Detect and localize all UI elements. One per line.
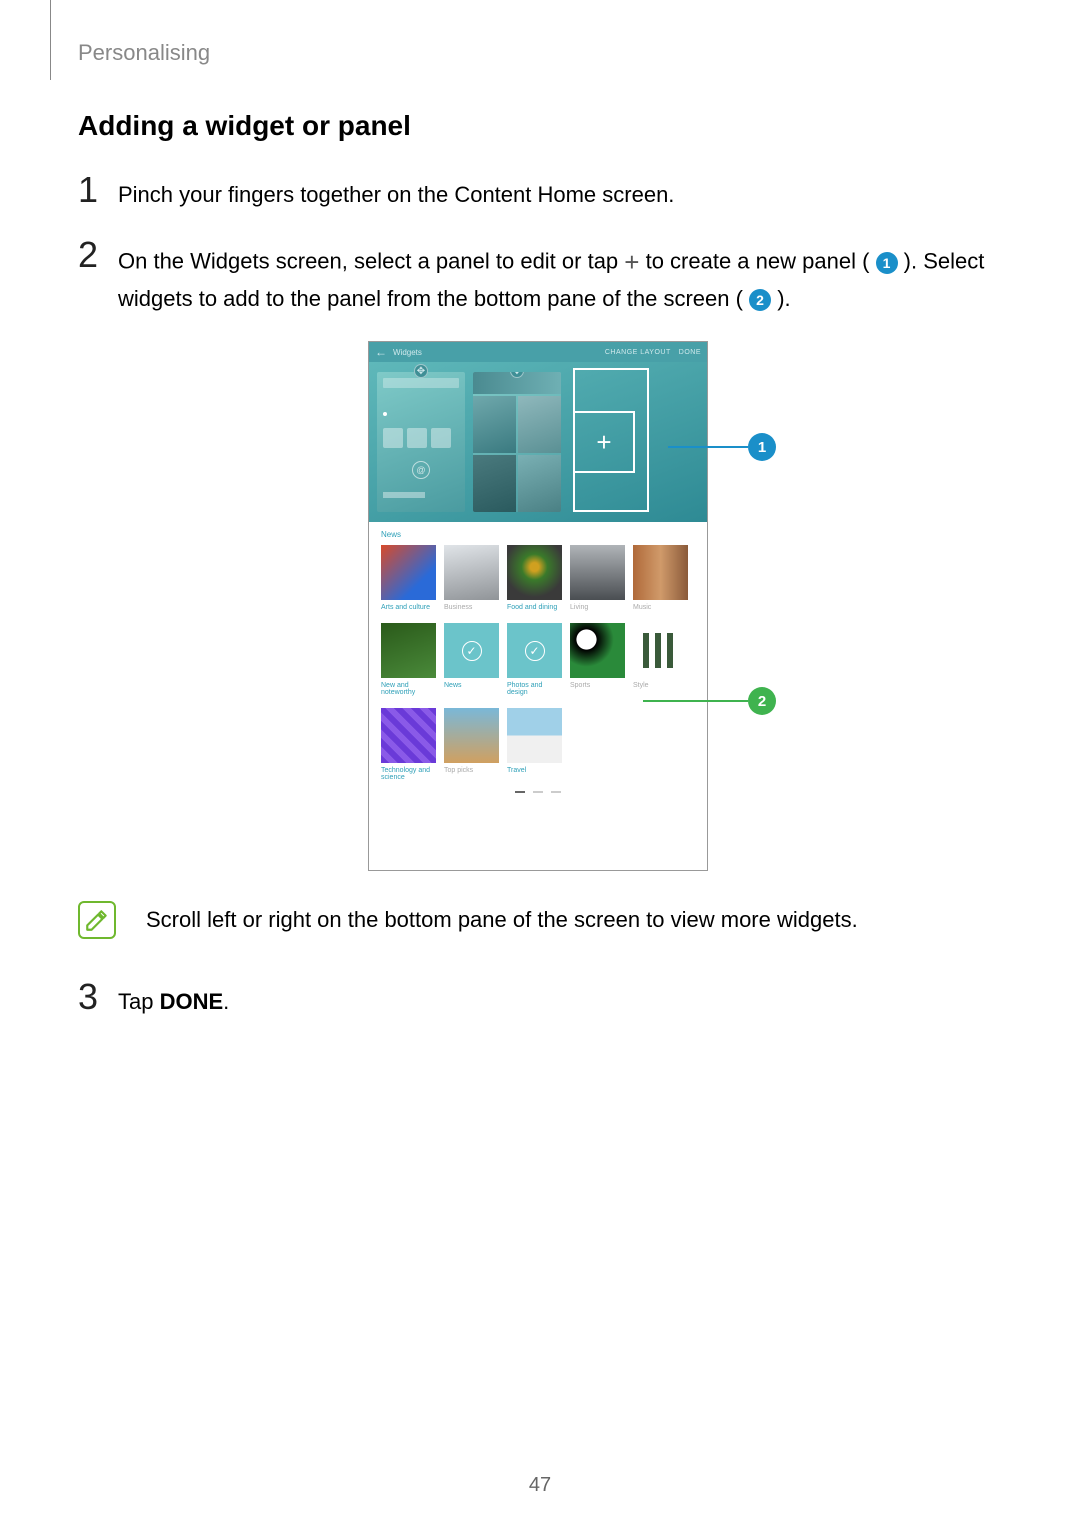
widgets-area: News Arts and culture Business Food and di… <box>369 522 707 785</box>
page-number: 47 <box>529 1474 551 1497</box>
widget-label: Business <box>444 604 499 611</box>
header-label: Personalising <box>78 40 210 66</box>
step-2-mid: to create a new panel ( <box>646 248 870 273</box>
step-2-number: 2 <box>78 237 118 273</box>
screenshot-wrap: ← Widgets CHANGE LAYOUT DONE ✥ @ <box>78 341 998 871</box>
widget-item: Technology and science <box>381 708 436 781</box>
widget-item: Music <box>633 545 688 611</box>
step-2-text: On the Widgets screen, select a panel to… <box>118 237 998 315</box>
widget-thumb <box>444 545 499 600</box>
panel-card-1: ✥ @ <box>377 372 465 512</box>
widget-thumb <box>570 545 625 600</box>
widget-thumb <box>444 708 499 763</box>
widget-label: Photos and design <box>507 682 562 696</box>
step-2-prefix: On the Widgets screen, select a panel to… <box>118 248 624 273</box>
back-arrow-icon: ← <box>375 345 387 359</box>
check-icon: ✓ <box>462 641 482 661</box>
embedded-screenshot: ← Widgets CHANGE LAYOUT DONE ✥ @ <box>368 341 708 871</box>
topbar-title: Widgets <box>393 348 422 357</box>
widget-label: Arts and culture <box>381 604 436 611</box>
circle-ref-2: 2 <box>749 289 771 311</box>
ss-topbar: ← Widgets CHANGE LAYOUT DONE <box>369 342 707 362</box>
step-3-number: 3 <box>78 979 118 1015</box>
widget-thumb <box>381 623 436 678</box>
widget-thumb: ✓ <box>444 623 499 678</box>
widget-item: Top picks <box>444 708 499 781</box>
widget-label: News <box>444 682 499 689</box>
step-1-number: 1 <box>78 172 118 208</box>
panels-row: ✥ @ ✥ + <box>369 362 707 522</box>
check-icon: ✓ <box>525 641 545 661</box>
page-dots <box>369 785 707 799</box>
move-icon: ✥ <box>414 364 428 378</box>
widget-row-1: Arts and culture Business Food and dining L… <box>381 545 695 611</box>
widget-item: Arts and culture <box>381 545 436 611</box>
widget-thumb: ✓ <box>507 623 562 678</box>
widget-item: Sports <box>570 623 625 696</box>
widget-label: Food and dining <box>507 604 562 611</box>
panel-card-2: ✥ <box>473 372 561 512</box>
note-text: Scroll left or right on the bottom pane … <box>146 907 858 933</box>
step-1-text: Pinch your fingers together on the Conte… <box>118 172 674 211</box>
plus-icon: + <box>624 243 639 282</box>
widget-item: New and noteworthy <box>381 623 436 696</box>
step-2: 2 On the Widgets screen, select a panel … <box>78 237 998 315</box>
widget-item: Food and dining <box>507 545 562 611</box>
widget-label: Living <box>570 604 625 611</box>
note-icon <box>78 901 116 939</box>
change-layout-label: CHANGE LAYOUT <box>605 349 671 356</box>
widget-item: Business <box>444 545 499 611</box>
widget-thumb <box>381 708 436 763</box>
widget-thumb <box>507 545 562 600</box>
done-label: DONE <box>679 349 701 356</box>
widget-item: Style <box>633 623 688 696</box>
widget-thumb <box>507 708 562 763</box>
widget-thumb <box>570 623 625 678</box>
content-area: Adding a widget or panel 1 Pinch your fi… <box>78 110 998 1044</box>
widget-label: Technology and science <box>381 767 436 781</box>
step-3-text: Tap DONE. <box>118 979 229 1018</box>
note: Scroll left or right on the bottom pane … <box>78 901 998 939</box>
widget-item: Travel <box>507 708 562 781</box>
callout-2-bubble: 2 <box>748 687 776 715</box>
widget-thumb <box>633 623 688 678</box>
widget-label: Music <box>633 604 688 611</box>
left-border <box>50 0 51 80</box>
step-2-suffix: ). <box>777 286 790 311</box>
widget-label: Travel <box>507 767 562 774</box>
widget-thumb <box>633 545 688 600</box>
widget-label: Top picks <box>444 767 499 774</box>
step-3-bold: DONE <box>160 989 224 1014</box>
widget-label: Sports <box>570 682 625 689</box>
circle-ref-1: 1 <box>876 252 898 274</box>
step-1: 1 Pinch your fingers together on the Con… <box>78 172 998 211</box>
step-3-suffix: . <box>223 989 229 1014</box>
section-title: Adding a widget or panel <box>78 110 998 142</box>
step-3: 3 Tap DONE. <box>78 979 998 1018</box>
callout-1: 1 <box>668 433 776 461</box>
widget-row-3: Technology and science Top picks Travel <box>381 708 695 781</box>
widget-item: ✓ News <box>444 623 499 696</box>
widgets-section-title: News <box>381 530 695 539</box>
widget-item: ✓ Photos and design <box>507 623 562 696</box>
widget-label: New and noteworthy <box>381 682 436 696</box>
step-3-prefix: Tap <box>118 989 160 1014</box>
widget-item: Living <box>570 545 625 611</box>
widget-thumb <box>381 545 436 600</box>
add-panel-tile: + <box>573 411 635 473</box>
callout-1-bubble: 1 <box>748 433 776 461</box>
widget-row-2: New and noteworthy ✓ News ✓ Photos and desig… <box>381 623 695 696</box>
callout-2: 2 <box>643 687 776 715</box>
